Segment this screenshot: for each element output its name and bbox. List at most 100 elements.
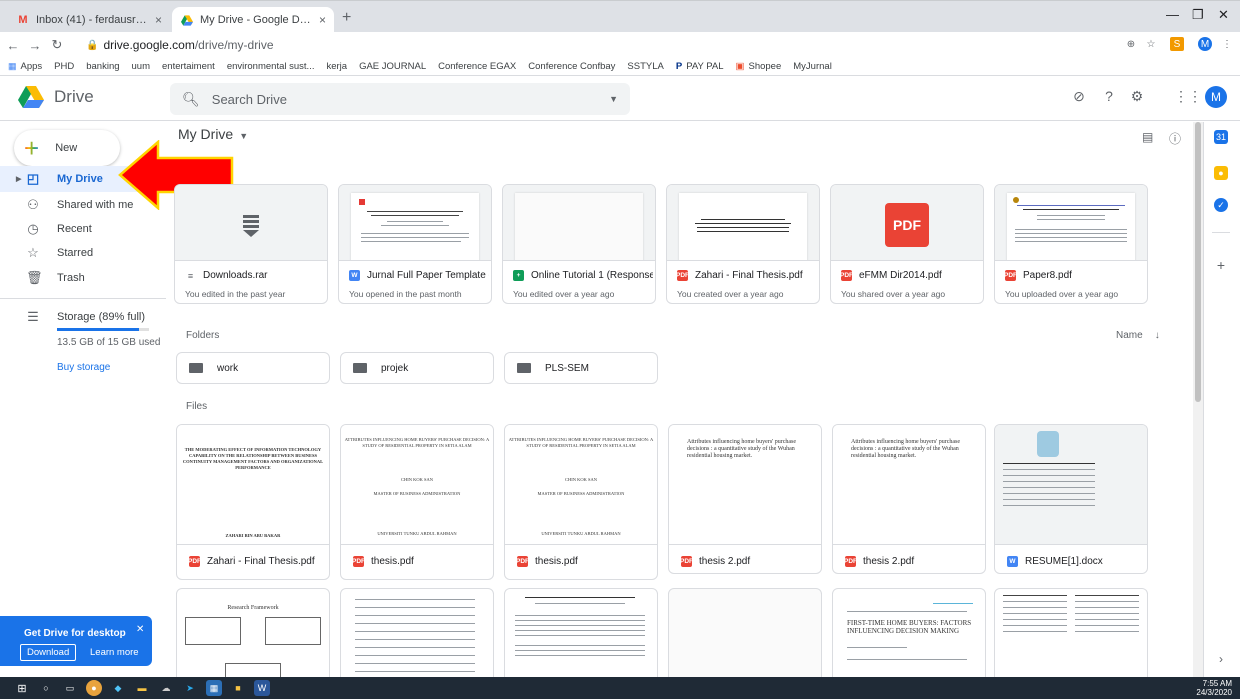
window-close-icon[interactable]: ✕	[1218, 7, 1229, 23]
calendar-icon[interactable]: 31	[1214, 130, 1228, 144]
cloud-app-icon[interactable]: ☁	[158, 680, 174, 696]
avatar[interactable]: M	[1205, 86, 1227, 108]
add-addon-icon[interactable]: +	[1214, 257, 1228, 273]
close-icon[interactable]: ×	[155, 13, 162, 27]
file-card[interactable]: Attributes influencing home buyers' purc…	[668, 424, 822, 574]
quick-access-card[interactable]: + Online Tutorial 1 (Responses) You edite…	[502, 184, 656, 304]
file-card[interactable]	[340, 588, 494, 677]
install-icon[interactable]: ⊕	[1124, 37, 1138, 51]
screen: M Inbox (41) - ferdausrazab@gmail... × M…	[0, 0, 1240, 699]
learn-more-link[interactable]: Learn more	[90, 647, 139, 658]
file-card[interactable]	[668, 588, 822, 677]
tab-drive[interactable]: My Drive - Google Drive ×	[172, 7, 334, 33]
telegram-icon[interactable]: ➤	[182, 680, 198, 696]
app-icon[interactable]: ▦	[206, 680, 222, 696]
chrome-icon[interactable]: ●	[86, 680, 102, 696]
sort-by-name[interactable]: Name ↓	[1116, 330, 1160, 341]
reload-icon[interactable]: ↻	[48, 37, 66, 53]
sidebar-item-trash[interactable]: 🗑︎ Trash	[0, 265, 166, 291]
quick-access-card[interactable]: PDF Paper8.pdf You uploaded over a year a…	[994, 184, 1148, 304]
bookmark-item[interactable]: P PAY PAL	[676, 61, 724, 72]
close-icon[interactable]: ×	[319, 13, 326, 27]
task-view-icon[interactable]: ▭	[62, 680, 78, 696]
word-icon[interactable]: W	[254, 680, 270, 696]
folder-item[interactable]: PLS-SEM	[504, 352, 658, 384]
bookmark-item[interactable]: Conference Confbay	[528, 61, 615, 72]
folder-item[interactable]: work	[176, 352, 330, 384]
windows-start-icon[interactable]: ⊞	[14, 680, 30, 696]
help-icon[interactable]: ?	[1100, 88, 1118, 104]
new-tab-button[interactable]: +	[342, 9, 351, 27]
text-line	[1075, 607, 1139, 608]
bookmark-item[interactable]: banking	[86, 61, 119, 72]
bookmark-item[interactable]: kerja	[326, 61, 347, 72]
file-card[interactable]	[994, 588, 1148, 677]
file-card[interactable]: THE MODERATING EFFECT OF INFORMATION TEC…	[176, 424, 330, 580]
bookmark-item[interactable]: GAE JOURNAL	[359, 61, 426, 72]
extension-icon[interactable]: S	[1170, 37, 1184, 51]
file-card[interactable]: Attributes influencing home buyers' purc…	[832, 424, 986, 574]
info-icon[interactable]: ⓘ	[1169, 130, 1181, 147]
system-clock[interactable]: 7:55 AM 24/3/2020	[1196, 679, 1232, 697]
quick-access-card[interactable]: PDF PDF eFMM Dir2014.pdf You shared over …	[830, 184, 984, 304]
search-options-icon[interactable]: ▼	[609, 94, 618, 104]
file-card[interactable]: W RESUME[1].docx	[994, 424, 1148, 574]
quick-access-card[interactable]: PDF Zahari - Final Thesis.pdf You created…	[666, 184, 820, 304]
scrollbar[interactable]	[1193, 122, 1203, 677]
address-bar[interactable]: 🔒 drive.google.com/drive/my-drive	[82, 35, 1172, 55]
bookmark-item[interactable]: Conference EGAX	[438, 61, 516, 72]
google-apps-icon[interactable]: ⋮⋮	[1174, 88, 1202, 105]
edge-icon[interactable]: ◆	[110, 680, 126, 696]
search-input[interactable]: 🔍︎ Search Drive ▼	[170, 83, 630, 115]
search-icon[interactable]: 🔍︎	[182, 91, 200, 108]
file-explorer-icon[interactable]: ▬	[134, 680, 150, 696]
file-card[interactable]	[504, 588, 658, 677]
file-card[interactable]: ATTRIBUTES INFLUENCING HOME BUYERS' PURC…	[504, 424, 658, 580]
tab-title: My Drive - Google Drive	[200, 14, 313, 26]
sidebar-item-starred[interactable]: ☆ Starred	[0, 240, 166, 266]
bookmark-item[interactable]: environmental sust...	[227, 61, 315, 72]
quick-access-card[interactable]: W Jurnal Full Paper Template - ... You op…	[338, 184, 492, 304]
menu-icon[interactable]: ⋮	[1220, 37, 1234, 51]
bookmark-item[interactable]: MyJurnal	[793, 61, 832, 72]
offline-icon[interactable]: ⊘	[1070, 88, 1088, 105]
tab-gmail[interactable]: M Inbox (41) - ferdausrazab@gmail... ×	[8, 7, 170, 33]
bookmark-item[interactable]: entertaiment	[162, 61, 215, 72]
folder-item[interactable]: projek	[340, 352, 494, 384]
scrollbar-thumb[interactable]	[1195, 122, 1201, 402]
bookmark-item[interactable]: PHD	[54, 61, 74, 72]
file-card[interactable]: FIRST-TIME HOME BUYERS: FACTORS INFLUENC…	[832, 588, 986, 677]
forward-icon[interactable]: →	[26, 38, 44, 53]
quick-access-card[interactable]: ≡ Downloads.rar You edited in the past ye…	[174, 184, 328, 304]
sticky-notes-icon[interactable]: ■	[230, 680, 246, 696]
search-icon[interactable]: ○	[38, 680, 54, 696]
pdf-icon: PDF	[677, 270, 689, 281]
bookmark-item[interactable]: SSTYLA	[627, 61, 663, 72]
keep-icon[interactable]: ●	[1214, 166, 1228, 180]
sidebar-item-storage[interactable]: ☰ Storage (89% full)	[0, 304, 166, 330]
drive-logo[interactable]: Drive	[18, 86, 94, 108]
list-view-icon[interactable]: ▤	[1142, 130, 1153, 144]
expand-arrow-icon[interactable]: ▶	[16, 175, 21, 183]
new-button[interactable]: + New	[14, 130, 120, 166]
settings-gear-icon[interactable]: ⚙	[1128, 88, 1146, 105]
file-card[interactable]: Research Framework	[176, 588, 330, 677]
bookmark-star-icon[interactable]: ☆	[1144, 37, 1158, 51]
page-title[interactable]: My Drive ▼	[178, 126, 248, 142]
chevron-right-icon[interactable]: ›	[1214, 652, 1228, 666]
back-icon[interactable]: ←	[4, 38, 22, 53]
sidebar-item-recent[interactable]: ◷ Recent	[0, 216, 166, 242]
bookmark-item[interactable]: ▣ Shopee	[736, 61, 782, 72]
restore-icon[interactable]: ❐	[1192, 7, 1204, 23]
minimize-icon[interactable]: —	[1166, 7, 1179, 22]
bookmark-apps[interactable]: ▦ Apps	[8, 61, 42, 72]
close-icon[interactable]: ✕	[136, 624, 144, 635]
text-line	[1075, 625, 1139, 626]
bookmark-item[interactable]: uum	[132, 61, 150, 72]
file-card[interactable]: ATTRIBUTES INFLUENCING HOME BUYERS' PURC…	[340, 424, 494, 580]
profile-icon[interactable]: M	[1198, 37, 1212, 51]
download-button[interactable]: Download	[20, 644, 77, 661]
document-page	[679, 193, 807, 260]
tasks-icon[interactable]: ✓	[1214, 198, 1228, 212]
buy-storage-link[interactable]: Buy storage	[57, 362, 110, 373]
